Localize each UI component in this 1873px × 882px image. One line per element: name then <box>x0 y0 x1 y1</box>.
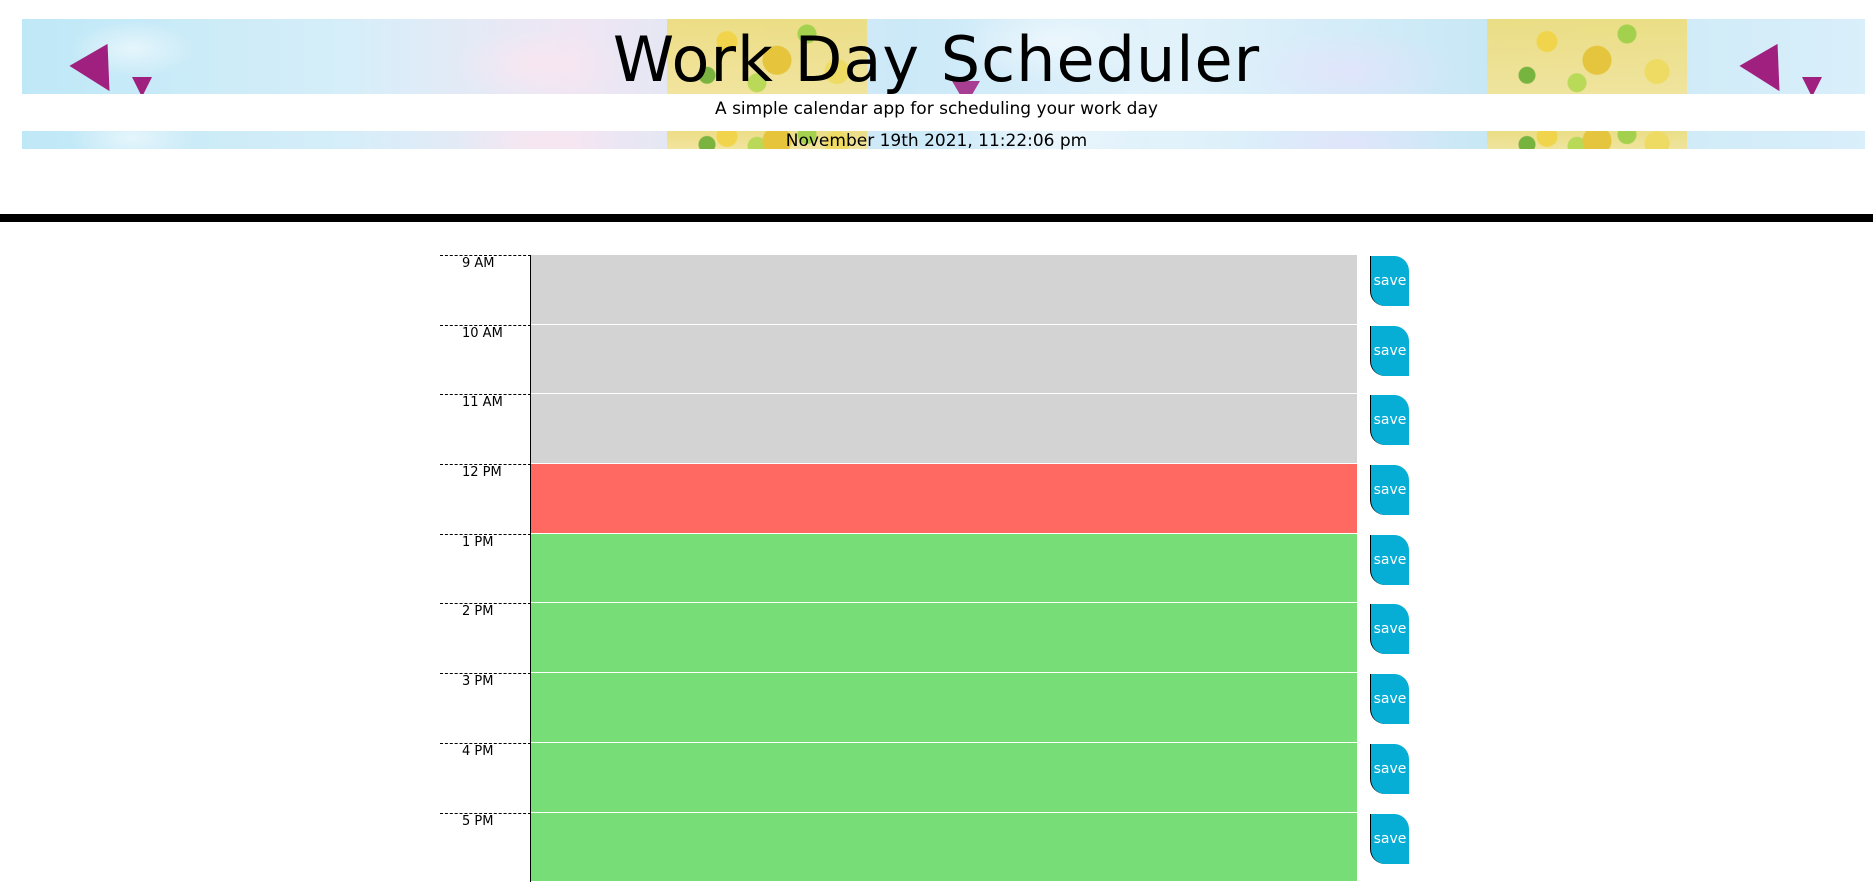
save-button[interactable]: save <box>1370 674 1409 724</box>
hour-label: 1 PM <box>440 534 531 604</box>
save-button[interactable]: save <box>1370 744 1409 794</box>
hour-label: 11 AM <box>440 394 531 464</box>
time-block-row: 2 PM save <box>440 603 1410 673</box>
time-block-row: 10 AM save <box>440 325 1410 395</box>
event-description-input[interactable] <box>531 464 1357 534</box>
page-title: Work Day Scheduler <box>0 20 1873 100</box>
hour-text: 4 PM <box>462 745 520 759</box>
time-block-row: 3 PM save <box>440 673 1410 743</box>
save-button[interactable]: save <box>1370 465 1409 515</box>
save-button[interactable]: save <box>1370 395 1409 445</box>
event-description-input[interactable] <box>531 743 1357 813</box>
hour-label: 12 PM <box>440 464 531 534</box>
page-subtitle: A simple calendar app for scheduling you… <box>0 98 1873 120</box>
time-block-row: 1 PM save <box>440 534 1410 604</box>
hour-label: 4 PM <box>440 743 531 813</box>
event-description-input[interactable] <box>531 394 1357 464</box>
hour-text: 3 PM <box>462 675 520 689</box>
event-description-input[interactable] <box>531 255 1357 325</box>
event-description-input[interactable] <box>531 603 1357 673</box>
hour-label: 3 PM <box>440 673 531 743</box>
hour-label: 2 PM <box>440 603 531 673</box>
event-description-input[interactable] <box>531 673 1357 743</box>
save-button[interactable]: save <box>1370 814 1409 864</box>
time-block-container: 9 AM save 10 AM save 11 AM save 12 PM sa… <box>440 255 1410 882</box>
event-description-input[interactable] <box>531 813 1357 882</box>
header: Work Day Scheduler A simple calendar app… <box>0 0 1873 222</box>
hour-text: 1 PM <box>462 536 520 550</box>
current-day: November 19th 2021, 11:22:06 pm <box>0 130 1873 152</box>
hour-text: 11 AM <box>462 396 520 410</box>
time-block-row: 12 PM save <box>440 464 1410 534</box>
hour-text: 9 AM <box>462 257 520 271</box>
hour-label: 5 PM <box>440 813 531 882</box>
event-description-input[interactable] <box>531 534 1357 604</box>
hour-text: 10 AM <box>462 327 520 341</box>
hour-label: 10 AM <box>440 325 531 395</box>
hour-text: 2 PM <box>462 605 520 619</box>
hour-text: 5 PM <box>462 815 520 829</box>
time-block-row: 9 AM save <box>440 255 1410 325</box>
save-button[interactable]: save <box>1370 326 1409 376</box>
event-description-input[interactable] <box>531 325 1357 395</box>
hour-label: 9 AM <box>440 255 531 325</box>
save-button[interactable]: save <box>1370 256 1409 306</box>
hour-text: 12 PM <box>462 466 520 480</box>
save-button[interactable]: save <box>1370 604 1409 654</box>
time-block-row: 11 AM save <box>440 394 1410 464</box>
save-button[interactable]: save <box>1370 535 1409 585</box>
time-block-row: 4 PM save <box>440 743 1410 813</box>
time-block-row: 5 PM save <box>440 813 1410 882</box>
